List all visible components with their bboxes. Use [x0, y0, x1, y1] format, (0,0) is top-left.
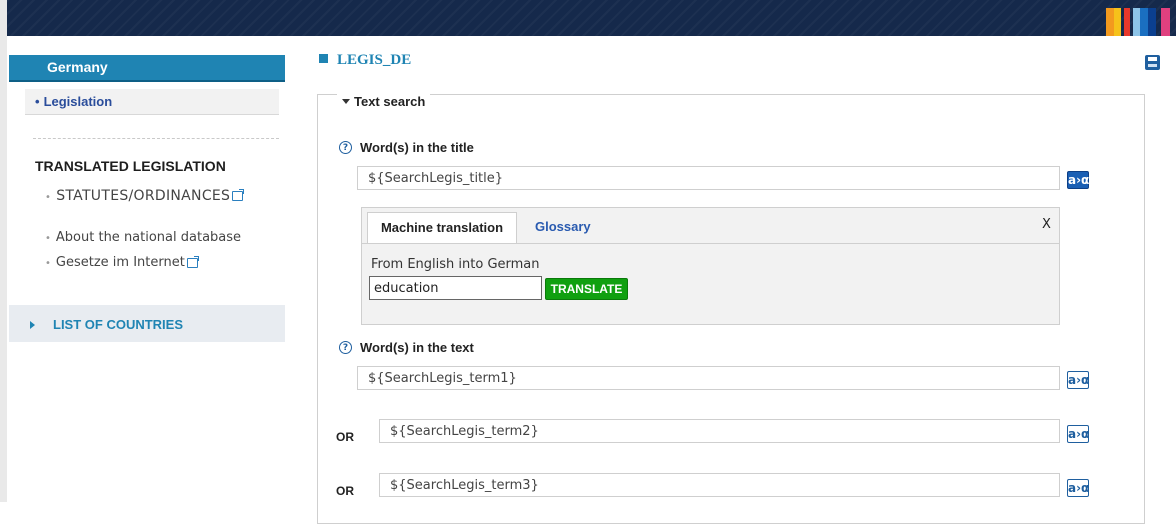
gesetze-link-label: Gesetze im Internet — [55, 255, 185, 270]
banner-color-bar — [1114, 8, 1121, 36]
translation-input[interactable] — [369, 276, 542, 300]
banner-color-bar — [1148, 8, 1156, 36]
term1-input[interactable] — [357, 366, 1060, 390]
square-bullet-icon — [319, 54, 328, 63]
close-icon[interactable]: X — [1042, 217, 1051, 232]
left-gutter — [0, 0, 7, 502]
translate-toggle-title-button[interactable]: a›α — [1067, 171, 1089, 189]
list-of-countries-toggle[interactable]: LIST OF COUNTRIES — [9, 305, 285, 342]
translate-toggle-term1-button[interactable]: a›α — [1067, 371, 1089, 389]
triangle-right-icon — [30, 321, 35, 329]
caret-down-icon — [342, 99, 350, 104]
translated-legislation-heading: TRANSLATED LEGISLATION — [35, 158, 226, 174]
title-search-input[interactable] — [357, 166, 1060, 190]
about-database-label: About the national database — [55, 230, 242, 245]
sidebar-country-header: Germany — [9, 55, 285, 82]
statutes-link-label: STATUTES/ORDINANCES — [56, 188, 231, 204]
banner-color-bar — [1124, 8, 1130, 36]
banner-pattern — [7, 0, 1176, 36]
or-label: OR — [336, 430, 354, 444]
external-link-icon — [186, 255, 199, 268]
tab-divider — [362, 243, 1059, 244]
bullet-icon: • — [45, 258, 51, 269]
sidebar-item-label: Legislation — [43, 94, 113, 109]
term2-input[interactable] — [379, 419, 1060, 443]
text-search-legend-label: Text search — [354, 94, 426, 109]
translate-button[interactable]: TRANSLATE — [545, 278, 628, 300]
title-search-label: Word(s) in the title — [360, 140, 474, 155]
term3-input[interactable] — [379, 473, 1060, 497]
translate-toggle-term3-button[interactable]: a›α — [1067, 479, 1089, 497]
translate-toggle-term2-button[interactable]: a›α — [1067, 425, 1089, 443]
about-database-link[interactable]: • About the national database — [45, 230, 241, 245]
banner-color-bar — [1106, 8, 1114, 36]
text-search-label: Word(s) in the text — [360, 340, 474, 355]
text-search-legend[interactable]: Text search — [337, 94, 431, 109]
tab-machine-translation[interactable]: Machine translation — [367, 212, 517, 243]
bullet-icon: • — [45, 233, 51, 244]
bullet-icon: • — [35, 94, 40, 109]
translation-direction-label: From English into German — [371, 257, 540, 272]
sidebar-item-legislation[interactable]: • Legislation — [25, 89, 279, 115]
banner-color-bar — [1140, 8, 1148, 36]
help-icon[interactable]: ? — [339, 141, 352, 154]
or-label: OR — [336, 484, 354, 498]
top-banner — [7, 0, 1176, 36]
external-link-icon — [232, 189, 245, 201]
page-title: LEGIS_DE — [319, 52, 411, 69]
help-icon[interactable]: ? — [339, 341, 352, 354]
bullet-icon: • — [45, 192, 52, 203]
print-icon[interactable] — [1145, 55, 1160, 70]
page-title-text: LEGIS_DE — [337, 52, 412, 68]
list-of-countries-label: LIST OF COUNTRIES — [53, 317, 183, 332]
gesetze-link[interactable]: • Gesetze im Internet — [45, 255, 199, 270]
sidebar-divider — [33, 138, 279, 139]
country-name: Germany — [47, 59, 108, 75]
banner-color-bar — [1161, 8, 1170, 36]
banner-color-bar — [1133, 8, 1140, 36]
tab-glossary[interactable]: Glossary — [535, 219, 591, 234]
statutes-link[interactable]: • STATUTES/ORDINANCES — [45, 188, 245, 204]
